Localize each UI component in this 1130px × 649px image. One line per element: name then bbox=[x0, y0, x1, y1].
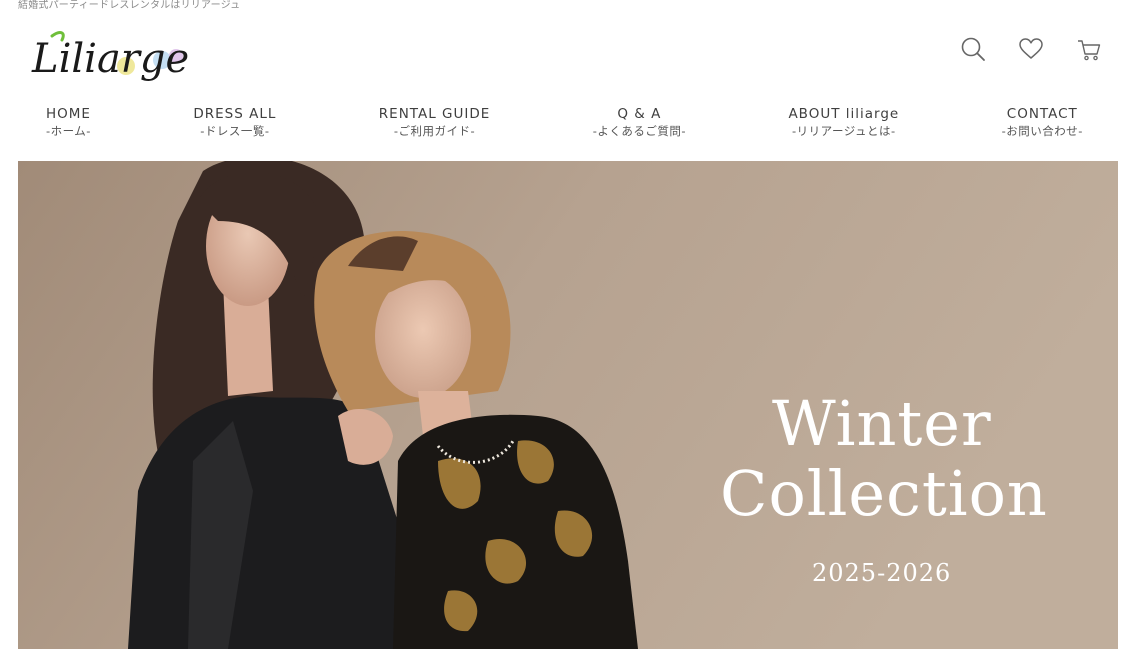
nav-item-label: CONTACT bbox=[1006, 106, 1078, 122]
nav-item-label: DRESS ALL bbox=[193, 106, 277, 122]
nav-item-dress-all[interactable]: DRESS ALL -ドレス一覧- bbox=[193, 105, 276, 145]
cart-icon[interactable] bbox=[1074, 34, 1104, 64]
nav-item-label: Q & A bbox=[617, 106, 662, 122]
hero-title: Winter Collection bbox=[718, 387, 1048, 530]
hero-title-line1: Winter bbox=[772, 387, 992, 460]
nav-item-sublabel: -ホーム- bbox=[46, 124, 91, 138]
nav-item-contact[interactable]: CONTACT -お問い合わせ- bbox=[1002, 105, 1083, 145]
nav-item-home[interactable]: HOME -ホーム- bbox=[46, 105, 91, 145]
hero-title-line2: Collection bbox=[720, 457, 1048, 530]
nav-item-label: RENTAL GUIDE bbox=[378, 106, 491, 122]
search-icon[interactable] bbox=[958, 34, 988, 64]
header-icons bbox=[958, 34, 1104, 64]
liliarge-logo[interactable]: Liliarge bbox=[26, 26, 216, 88]
nav-item-sublabel: -ご利用ガイド- bbox=[393, 124, 476, 138]
hero-banner[interactable]: Winter Collection 2025-2026 bbox=[18, 161, 1118, 649]
nav-item-label: HOME bbox=[46, 106, 91, 122]
site-tagline: 結婚式パーティードレスレンタルはリリアージュ bbox=[18, 0, 241, 11]
nav-item-about[interactable]: ABOUT liliarge -リリアージュとは- bbox=[788, 105, 899, 145]
nav-item-sublabel: -よくあるご質問- bbox=[592, 124, 687, 138]
nav-item-sublabel: -リリアージュとは- bbox=[792, 124, 896, 138]
nav-item-label: ABOUT liliarge bbox=[788, 106, 900, 122]
logo-text: Liliarge bbox=[31, 36, 189, 82]
nav-item-sublabel: -お問い合わせ- bbox=[1001, 124, 1083, 138]
nav-item-sublabel: -ドレス一覧- bbox=[200, 124, 270, 138]
heart-icon[interactable] bbox=[1016, 34, 1046, 64]
nav-item-rental-guide[interactable]: RENTAL GUIDE -ご利用ガイド- bbox=[379, 105, 491, 145]
hero-year: 2025-2026 bbox=[812, 559, 952, 587]
nav-item-qa[interactable]: Q & A -よくあるご質問- bbox=[593, 105, 686, 145]
global-nav: HOME -ホーム- DRESS ALL -ドレス一覧- RENTAL GUID… bbox=[18, 105, 1118, 145]
